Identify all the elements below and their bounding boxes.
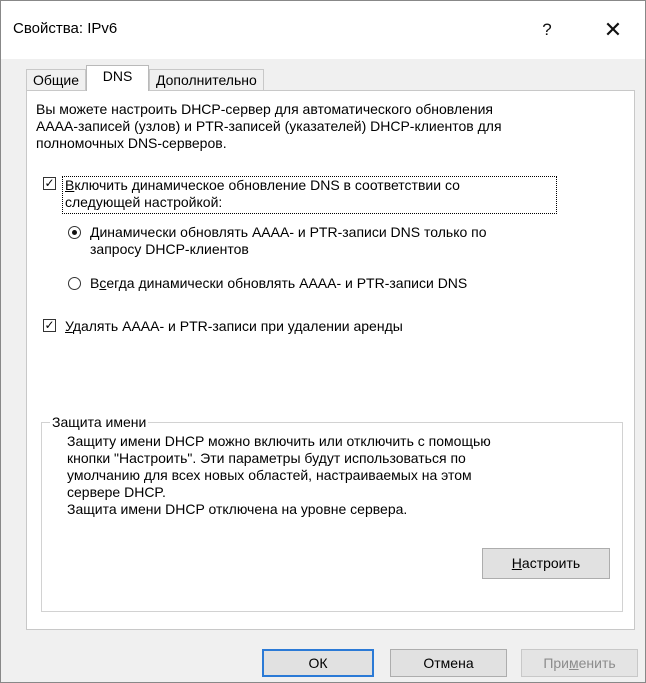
ok-button[interactable]: ОК bbox=[262, 649, 374, 677]
intro-line-2: AAAA-записей (узлов) и PTR-записей (указ… bbox=[36, 118, 502, 134]
name-protection-text-2: кнопки "Настроить". Эти параметры будут … bbox=[67, 450, 466, 466]
name-protection-group: Защита имени Защиту имени DHCP можно вкл… bbox=[41, 414, 623, 612]
enable-dynamic-update-label[interactable]: Включить динамическое обновление DNS в с… bbox=[65, 177, 460, 194]
dns-tab-panel: Вы можете настроить DHCP-сервер для авто… bbox=[26, 90, 635, 630]
name-protection-status: Защита имени DHCP отключена на уровне се… bbox=[67, 501, 408, 517]
update-on-request-label[interactable]: Динамически обновлять AAAA- и PTR-записи… bbox=[90, 224, 487, 241]
tab-general[interactable]: Общие bbox=[26, 69, 87, 90]
cancel-button[interactable]: Отмена bbox=[390, 649, 507, 677]
update-on-request-label-line-2: запросу DHCP-клиентов bbox=[90, 241, 249, 257]
enable-dynamic-update-checkbox[interactable] bbox=[43, 177, 56, 190]
update-always-radio[interactable] bbox=[68, 277, 81, 290]
tab-advanced[interactable]: Дополнительно bbox=[149, 69, 264, 90]
update-always-label[interactable]: Всегда динамически обновлять AAAA- и PTR… bbox=[90, 275, 467, 292]
tab-dns[interactable]: DNS bbox=[86, 65, 149, 91]
intro-line-1: Вы можете настроить DHCP-сервер для авто… bbox=[36, 101, 493, 117]
configure-button[interactable]: Настроить bbox=[482, 548, 610, 579]
help-button[interactable]: ? bbox=[527, 11, 567, 49]
name-protection-title: Защита имени bbox=[50, 414, 149, 430]
name-protection-text-1: Защиту имени DHCP можно включить или отк… bbox=[67, 433, 491, 449]
close-button[interactable]: ✕ bbox=[593, 11, 633, 49]
name-protection-text-3: умолчанию для всех новых областей, настр… bbox=[67, 467, 472, 483]
apply-button[interactable]: Применить bbox=[521, 649, 638, 677]
dialog-title: Свойства: IPv6 bbox=[13, 20, 118, 37]
name-protection-text-4: сервере DHCP. bbox=[67, 484, 166, 500]
properties-dialog: Свойства: IPv6 ? ✕ Общие DNS Дополнитель… bbox=[0, 0, 646, 683]
delete-on-lease-expiry-checkbox[interactable] bbox=[43, 319, 56, 332]
title-bar: Свойства: IPv6 ? ✕ bbox=[1, 1, 645, 59]
delete-on-lease-expiry-label[interactable]: Удалять AAAA- и PTR-записи при удалении … bbox=[65, 318, 403, 335]
enable-dynamic-update-label-line-2: следующей настройкой: bbox=[65, 194, 223, 210]
update-on-request-radio[interactable] bbox=[68, 226, 81, 239]
intro-line-3: полномочных DNS-серверов. bbox=[36, 135, 227, 151]
